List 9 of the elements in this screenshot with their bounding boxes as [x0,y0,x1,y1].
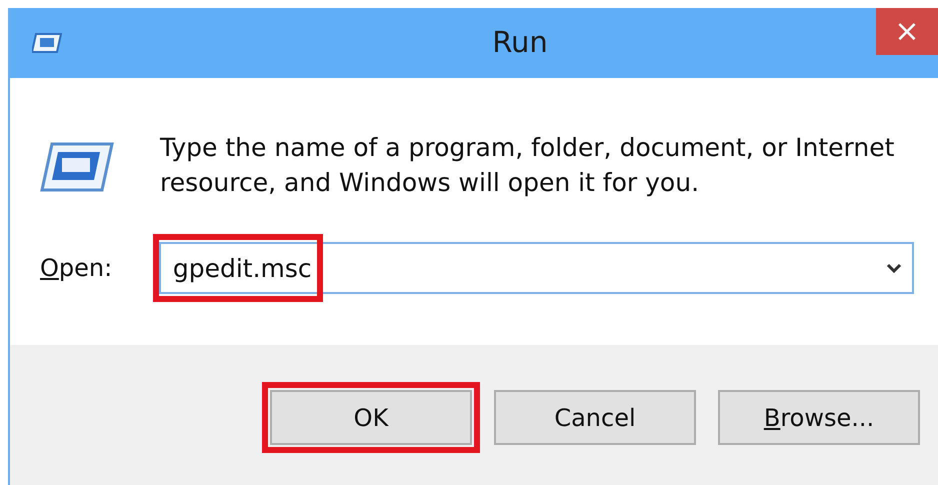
close-button[interactable]: × [876,8,938,55]
dialog-button[interactable]: Browse... [718,390,920,445]
run-icon [32,32,62,54]
dialog-button[interactable]: Cancel [494,390,696,445]
instruction-text: Type the name of a program, folder, document, or Internet resource, and Windows will open it for you. [160,132,896,199]
dialog-button[interactable]: OK [270,390,472,445]
run-icon [40,140,114,192]
open-label: Open: [40,253,114,284]
window-title: Run [492,25,548,60]
